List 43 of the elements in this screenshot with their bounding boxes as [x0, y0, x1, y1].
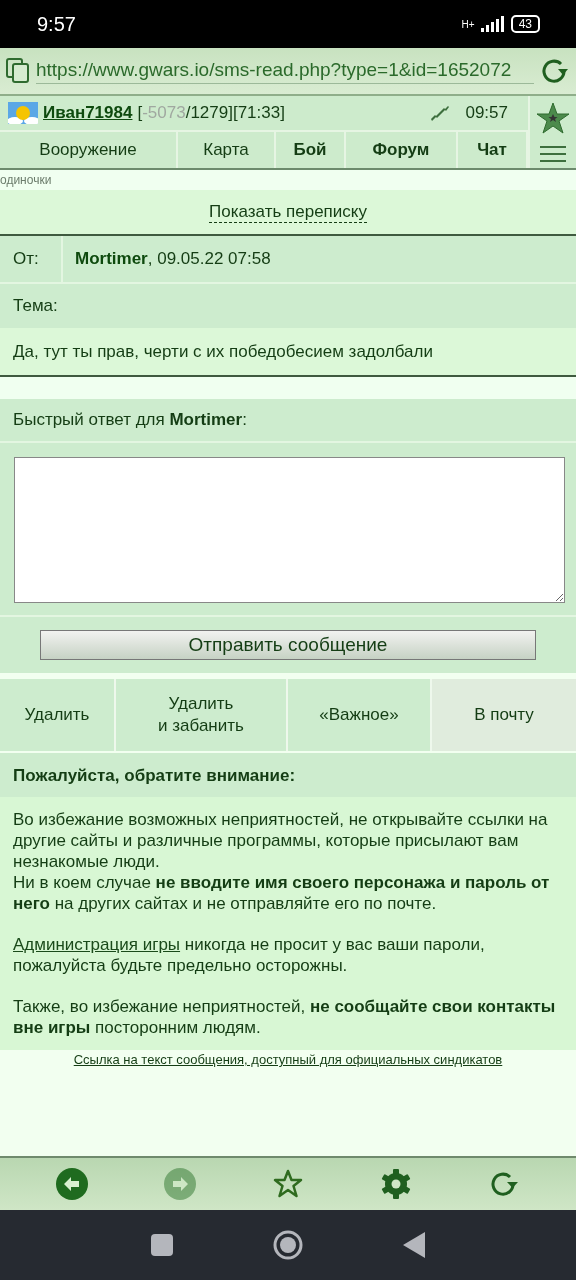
syndicate-link[interactable]: Ссылка на текст сообщения, доступный для официальных синдикатов	[73, 1052, 503, 1067]
clock: 9:57	[37, 12, 76, 36]
sender-info: Mortimer, 09.05.22 07:58	[74, 248, 271, 270]
from-label: От:	[0, 236, 63, 282]
subject-label: Тема:	[0, 284, 576, 328]
nav-tab[interactable]: Карта	[178, 132, 276, 168]
notice-text: Также, во избежание неприятностей, не сообщайте свои контакты вне игры посторонним людям.	[13, 996, 557, 1038]
recents-icon[interactable]	[151, 1234, 173, 1256]
notice-text: Администрация игры никогда не просит у вас ваши пароли, пожалуйста будьте предельно осторожны.	[13, 934, 486, 976]
action-button[interactable]: «Важное»	[288, 679, 430, 751]
notice-text: Во избежание возможных неприятностей, не открывайте ссылки на другие сайты и различные программы, которые присылают вам незнакомые люди.	[13, 809, 549, 872]
network-type: H+	[461, 18, 475, 30]
reload-icon[interactable]	[540, 57, 570, 85]
send-button[interactable]: Отправить сообщение	[40, 630, 536, 660]
reply-heading: Быстрый ответ для Mortimer:	[0, 399, 576, 443]
back-nav-icon[interactable]	[403, 1232, 425, 1258]
notice-heading: Пожалуйста, обратите внимание:	[0, 753, 576, 797]
nav-tab[interactable]: Бой	[276, 132, 346, 168]
message-body: Да, тут ты прав, черти с их победобесием задолбали	[0, 328, 576, 375]
nav-tab[interactable]: Чат	[458, 132, 528, 168]
home-icon[interactable]	[273, 1230, 303, 1260]
reply-field[interactable]	[14, 457, 565, 603]
tabs-icon[interactable]	[6, 58, 30, 84]
section-label: одиночки	[0, 173, 52, 187]
menu-icon[interactable]	[540, 145, 566, 163]
sun-avatar-icon	[8, 102, 38, 124]
action-button[interactable]: Удалить и забанить	[116, 679, 286, 751]
battery-indicator: 43	[510, 15, 540, 33]
action-button[interactable]: В почту	[432, 679, 576, 751]
player-name-link[interactable]: Иван71984	[43, 103, 133, 123]
settings-icon[interactable]	[380, 1168, 412, 1200]
star-icon[interactable]	[536, 101, 570, 135]
nav-tab[interactable]: Вооружение	[0, 132, 178, 168]
action-button[interactable]: Удалить	[0, 679, 114, 751]
notice-text: Ни в коем случае не вводите имя своего персонажа и пароль от него на других сайтах и не отправляйте его по почте.	[13, 872, 551, 914]
player-stats: [-5073/1279][71:33]	[137, 103, 285, 123]
star-icon[interactable]	[272, 1168, 304, 1200]
administration-link[interactable]: Администрация игры	[13, 935, 181, 954]
server-time: 09:57	[465, 103, 508, 123]
signal-icon	[480, 16, 505, 32]
back-icon[interactable]	[56, 1168, 88, 1200]
show-thread-link[interactable]: Показать переписку	[209, 201, 367, 223]
nav-tab[interactable]: Форум	[346, 132, 458, 168]
